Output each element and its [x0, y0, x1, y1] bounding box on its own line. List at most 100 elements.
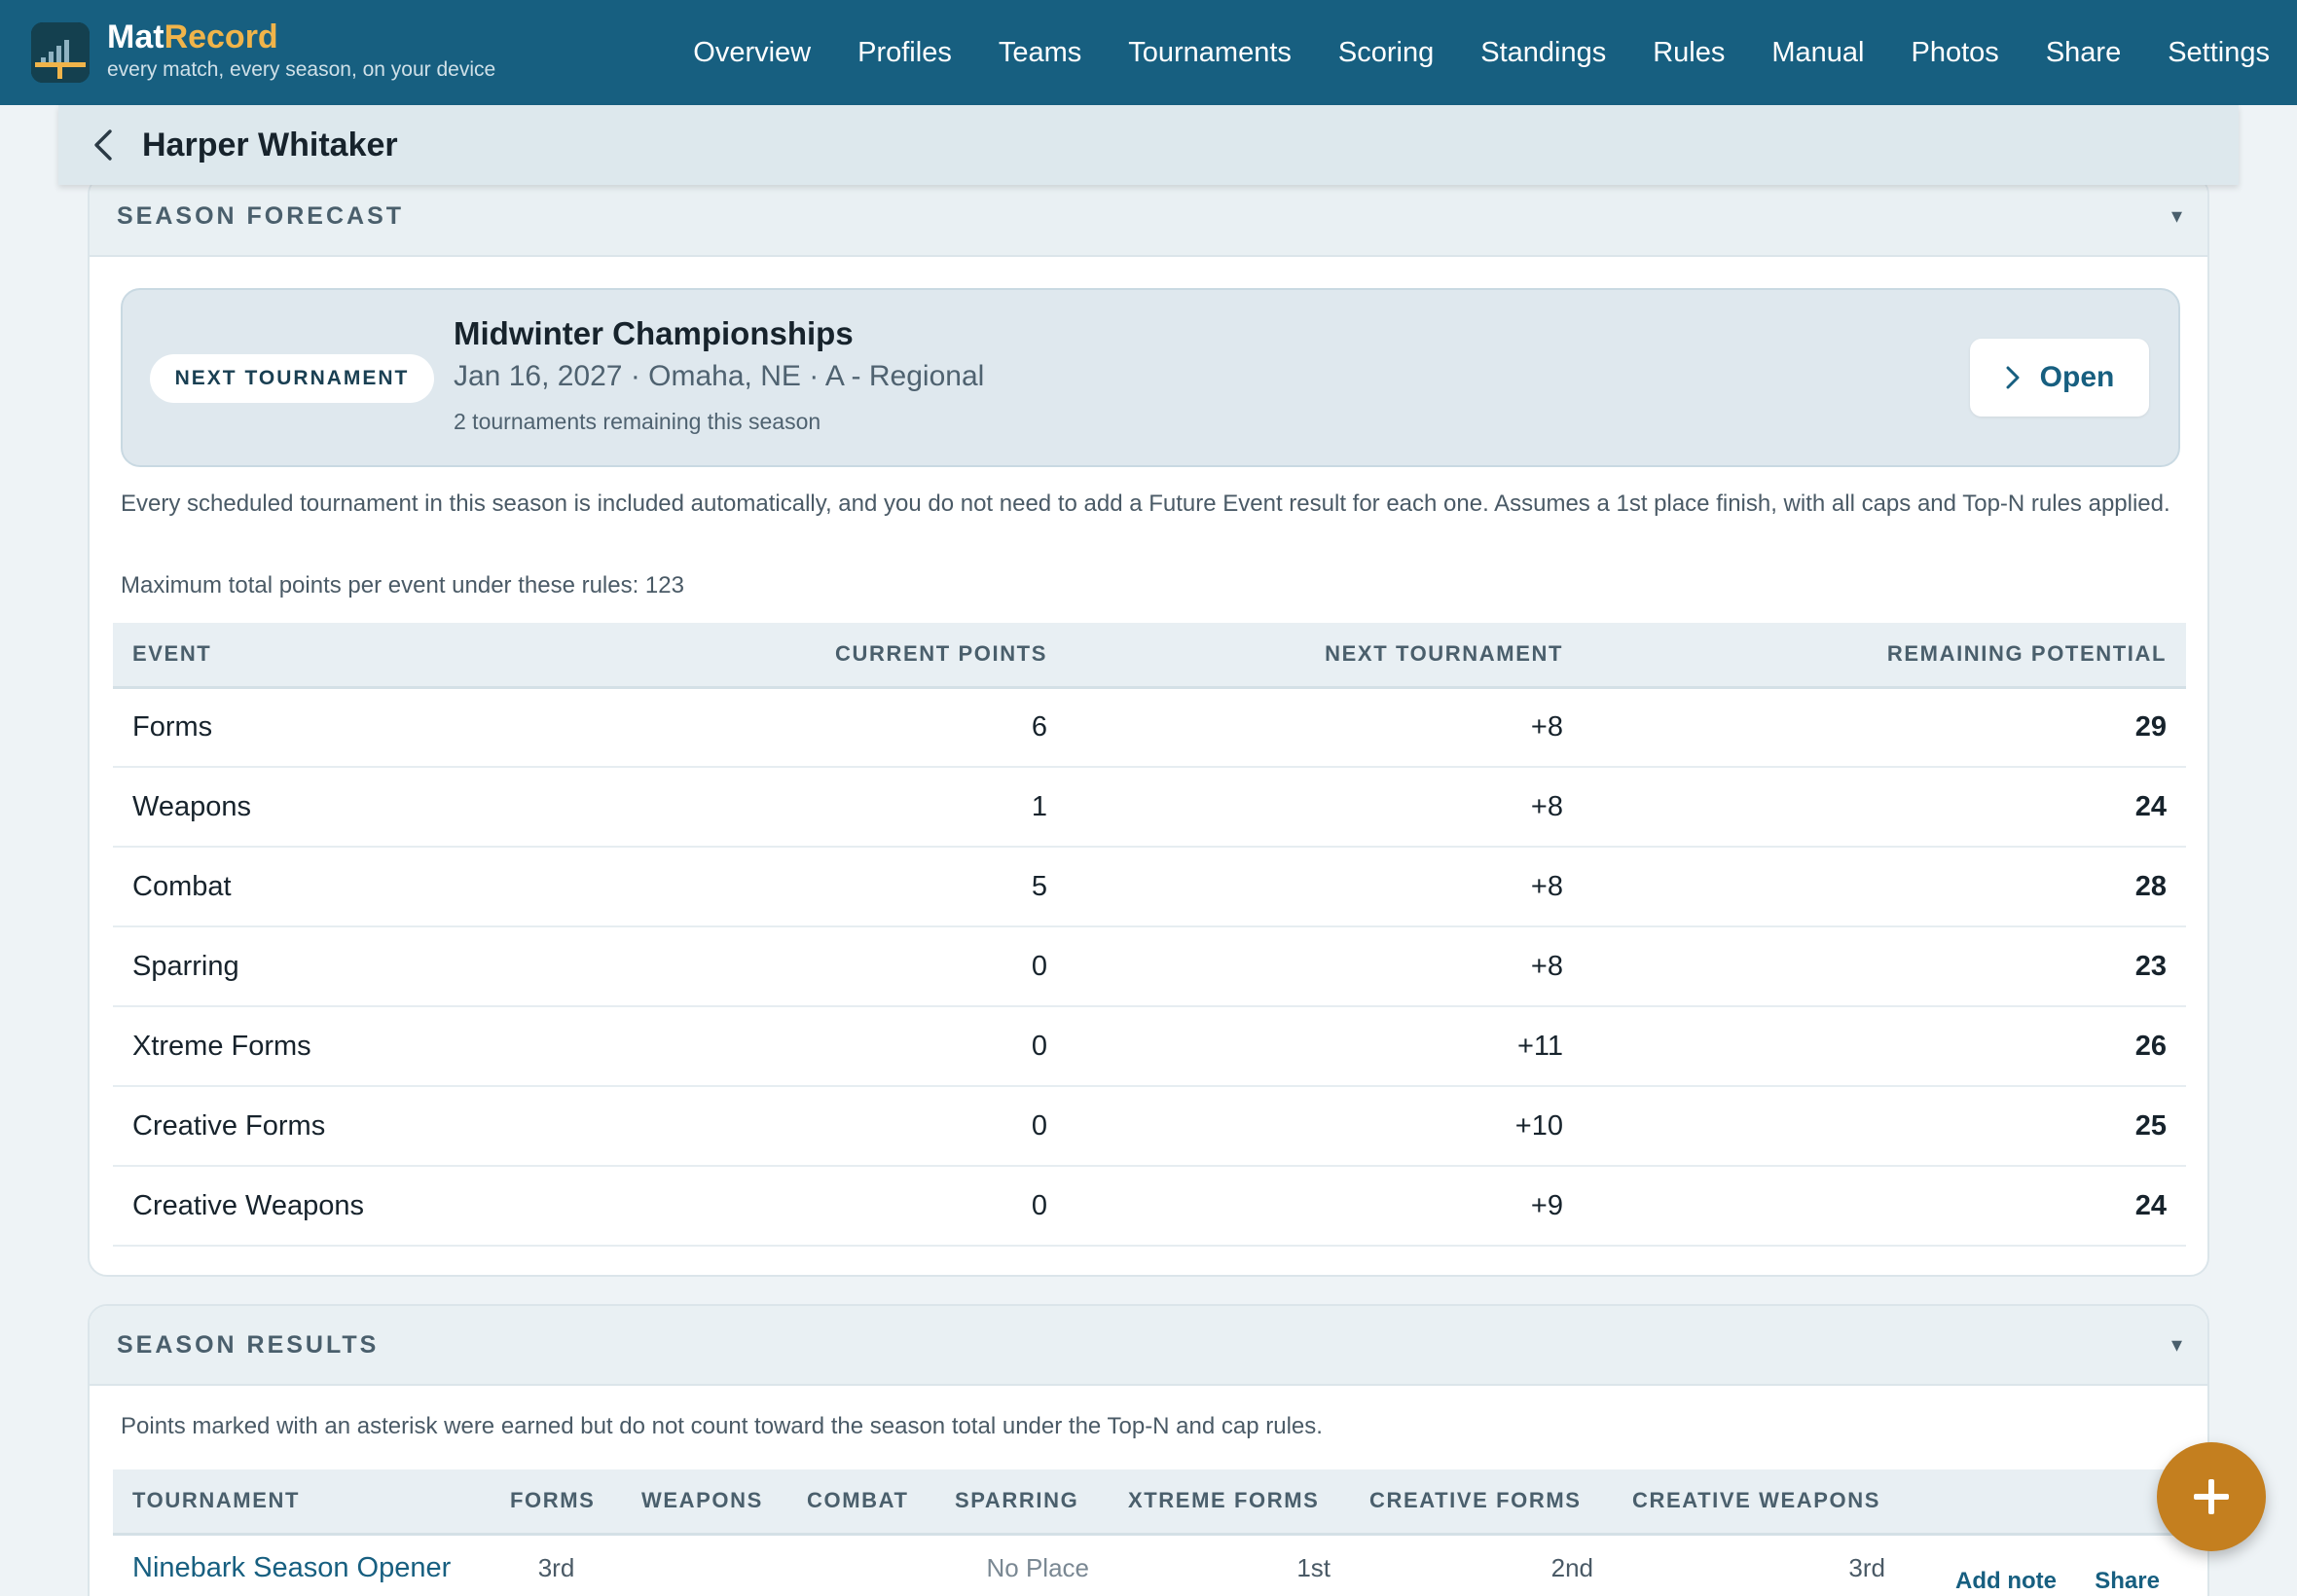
tournament-cell: Ninebark Season Opener [113, 1534, 491, 1596]
current-points: 0 [619, 1086, 1067, 1167]
table-row: Creative Forms 0 +10 25 [113, 1086, 2186, 1167]
results-table: TOURNAMENT FORMS WEAPONS COMBAT SPARRING… [113, 1469, 2186, 1596]
col-forms[interactable]: FORMS [491, 1469, 622, 1536]
sparring-result: No Place [986, 1553, 1090, 1583]
col-sparring[interactable]: SPARRING [935, 1469, 1109, 1536]
chevron-left-icon [94, 129, 112, 161]
next-points: +8 [1067, 926, 1583, 1007]
forecast-table: EVENT CURRENT POINTS NEXT TOURNAMENT REM… [113, 623, 2186, 1247]
current-points: 0 [619, 926, 1067, 1007]
back-button[interactable] [84, 126, 123, 164]
nav-teams[interactable]: Teams [999, 37, 1081, 69]
nav-photos[interactable]: Photos [1912, 37, 1999, 69]
creative-forms-result: 2nd [1550, 1553, 1593, 1583]
nav-scoring[interactable]: Scoring [1338, 37, 1434, 69]
forecast-description: Every scheduled tournament in this seaso… [121, 490, 2170, 517]
next-tournament-name: Midwinter Championships [454, 315, 854, 351]
collapse-caret-icon[interactable]: ▾ [2171, 1332, 2182, 1358]
open-tournament-button[interactable]: Open [1970, 339, 2149, 417]
remaining-potential: 23 [1583, 926, 2186, 1007]
remaining-potential: 24 [1583, 767, 2186, 848]
col-xtreme-forms[interactable]: XTREME FORMS [1109, 1469, 1350, 1536]
plus-icon [2194, 1479, 2229, 1514]
col-creative-weapons[interactable]: CREATIVE WEAPONS [1613, 1469, 1905, 1536]
current-points: 0 [619, 1006, 1067, 1087]
app-logo-icon[interactable] [31, 22, 90, 83]
table-row: Weapons 1 +8 24 [113, 767, 2186, 848]
table-row: Xtreme Forms 0 +11 26 [113, 1006, 2186, 1087]
col-combat[interactable]: COMBAT [787, 1469, 935, 1536]
share-button[interactable]: Share [2095, 1568, 2160, 1594]
next-points: +11 [1067, 1006, 1583, 1087]
next-tournament-badge: NEXT TOURNAMENT [150, 354, 434, 403]
season-results-header[interactable]: SEASON RESULTS ▾ [90, 1306, 2207, 1386]
remaining-potential: 26 [1583, 1006, 2186, 1087]
results-note: Points marked with an asterisk were earn… [121, 1413, 1323, 1439]
current-points: 0 [619, 1166, 1067, 1247]
remaining-potential: 29 [1583, 687, 2186, 768]
season-forecast-title: SEASON FORECAST [117, 201, 405, 230]
table-row: Sparring 0 +8 23 [113, 926, 2186, 1007]
remaining-potential: 25 [1583, 1086, 2186, 1167]
main-nav: Overview Profiles Teams Tournaments Scor… [646, 0, 2270, 105]
nav-standings[interactable]: Standings [1480, 37, 1606, 69]
row-actions: Add note Share [1905, 1534, 2186, 1596]
max-points-note: Maximum total points per event under the… [121, 572, 684, 598]
page-title: Harper Whitaker [142, 126, 398, 163]
brand-name-main: Mat [107, 18, 164, 55]
next-points: +8 [1067, 687, 1583, 768]
nav-share[interactable]: Share [2046, 37, 2121, 69]
event-name: Forms [113, 687, 619, 768]
event-name: Combat [113, 847, 619, 927]
brand-name-accent: Record [164, 18, 278, 55]
brand-tagline: every match, every season, on your devic… [107, 58, 496, 81]
tournament-link[interactable]: Ninebark Season Opener [132, 1552, 451, 1583]
remaining-potential: 24 [1583, 1166, 2186, 1247]
nav-manual[interactable]: Manual [1771, 37, 1864, 69]
col-event[interactable]: EVENT [113, 623, 619, 689]
profile-header: Harper Whitaker [58, 105, 2239, 185]
current-points: 1 [619, 767, 1067, 848]
event-name: Weapons [113, 767, 619, 848]
col-current-points[interactable]: CURRENT POINTS [619, 623, 1067, 689]
next-tournament-panel: NEXT TOURNAMENT Midwinter Championships … [121, 288, 2180, 467]
collapse-caret-icon[interactable]: ▾ [2171, 203, 2182, 229]
forms-result: 3rd [537, 1553, 575, 1583]
brand-name: MatRecord [107, 18, 495, 56]
col-next-tournament[interactable]: NEXT TOURNAMENT [1067, 623, 1583, 689]
add-result-fab[interactable] [2157, 1442, 2266, 1551]
table-row: Combat 5 +8 28 [113, 847, 2186, 927]
season-forecast-header[interactable]: SEASON FORECAST ▾ [90, 177, 2207, 257]
brand: MatRecord every match, every season, on … [107, 18, 495, 83]
results-table-header: TOURNAMENT FORMS WEAPONS COMBAT SPARRING… [113, 1469, 2186, 1536]
tournaments-remaining: 2 tournaments remaining this season [454, 409, 821, 434]
event-name: Creative Weapons [113, 1166, 619, 1247]
nav-overview[interactable]: Overview [693, 37, 811, 69]
remaining-potential: 28 [1583, 847, 2186, 927]
col-actions [1905, 1469, 2186, 1536]
forecast-table-header: EVENT CURRENT POINTS NEXT TOURNAMENT REM… [113, 623, 2186, 689]
nav-rules[interactable]: Rules [1653, 37, 1725, 69]
next-tournament-meta: Jan 16, 2027 · Omaha, NE · A - Regional [454, 360, 985, 392]
event-name: Xtreme Forms [113, 1006, 619, 1087]
creative-weapons-result: 3rd [1848, 1553, 1885, 1583]
nav-profiles[interactable]: Profiles [857, 37, 952, 69]
season-forecast-card: SEASON FORECAST ▾ NEXT TOURNAMENT Midwin… [88, 175, 2209, 1277]
event-name: Creative Forms [113, 1086, 619, 1167]
next-points: +8 [1067, 847, 1583, 927]
nav-settings[interactable]: Settings [2168, 37, 2270, 69]
season-results-card: SEASON RESULTS ▾ Points marked with an a… [88, 1304, 2209, 1596]
xtreme-forms-result: 1st [1296, 1553, 1331, 1583]
next-points: +9 [1067, 1166, 1583, 1247]
col-remaining-potential[interactable]: REMAINING POTENTIAL [1583, 623, 2186, 689]
table-row: Creative Weapons 0 +9 24 [113, 1166, 2186, 1247]
open-button-label: Open [2039, 361, 2115, 393]
table-row: Ninebark Season Opener 3rd No Place 1st … [113, 1534, 2186, 1596]
weapons-result [622, 1534, 787, 1596]
col-creative-forms[interactable]: CREATIVE FORMS [1350, 1469, 1613, 1536]
col-weapons[interactable]: WEAPONS [622, 1469, 787, 1536]
table-row: Forms 6 +8 29 [113, 687, 2186, 768]
nav-tournaments[interactable]: Tournaments [1128, 37, 1292, 69]
add-note-button[interactable]: Add note [1955, 1568, 2057, 1594]
col-tournament[interactable]: TOURNAMENT [113, 1469, 491, 1536]
